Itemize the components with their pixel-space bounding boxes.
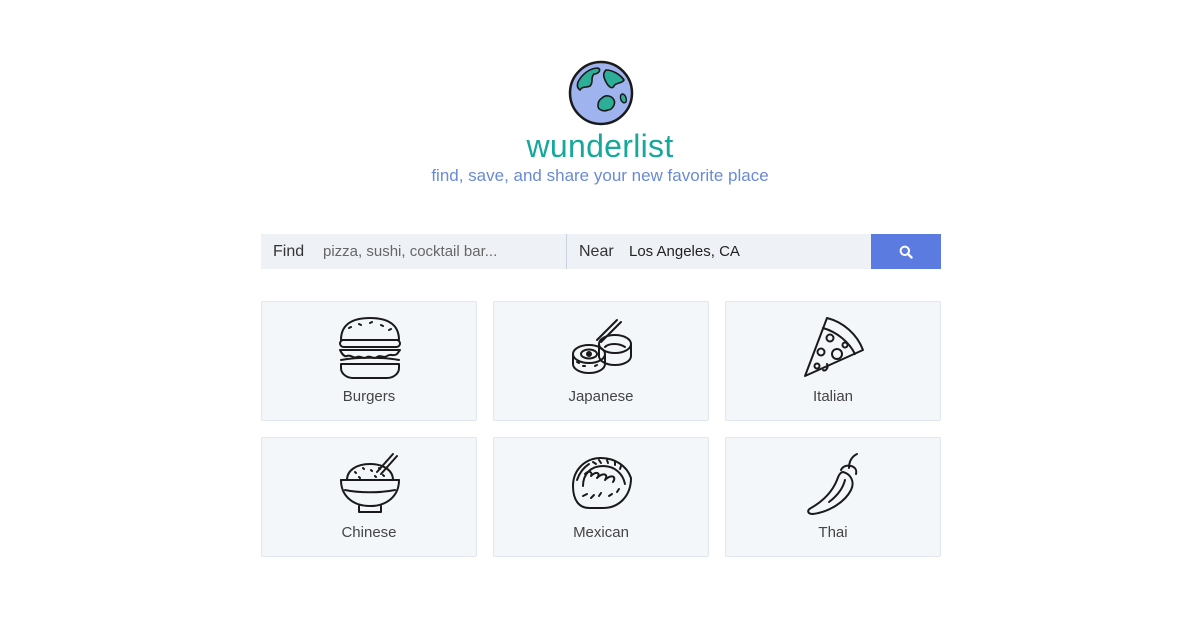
category-card-japanese[interactable]: Japanese: [493, 301, 709, 421]
taco-icon: [572, 457, 632, 509]
globe-icon: [568, 60, 634, 126]
rice-bowl-icon: [340, 453, 400, 513]
category-label: Japanese: [568, 388, 634, 405]
find-input[interactable]: [323, 243, 553, 260]
category-label: Thai: [818, 524, 848, 541]
near-input[interactable]: [629, 243, 859, 260]
find-field: Find: [261, 234, 566, 269]
near-label: Near: [579, 242, 614, 260]
search-button[interactable]: [871, 234, 941, 269]
tagline: find, save, and share your new favorite …: [431, 166, 769, 185]
sushi-icon: [572, 319, 632, 374]
find-label: Find: [273, 242, 305, 260]
category-card-burgers[interactable]: Burgers: [261, 301, 477, 421]
category-grid: Burgers Japanese Italian Chinese Mexican…: [261, 301, 941, 557]
search-bar: Find Near: [261, 234, 941, 269]
category-card-mexican[interactable]: Mexican: [493, 437, 709, 557]
chili-pepper-icon: [807, 453, 858, 515]
category-card-chinese[interactable]: Chinese: [261, 437, 477, 557]
pizza-slice-icon: [804, 317, 864, 377]
near-field: Near: [566, 234, 871, 269]
category-card-thai[interactable]: Thai: [725, 437, 941, 557]
category-label: Mexican: [573, 524, 629, 541]
category-label: Chinese: [341, 524, 397, 541]
category-label: Italian: [812, 388, 854, 405]
category-label: Burgers: [342, 388, 396, 405]
burger-icon: [339, 317, 401, 379]
brand-name: wunderlist: [526, 128, 674, 164]
category-card-italian[interactable]: Italian: [725, 301, 941, 421]
page: wunderlist find, save, and share your ne…: [0, 0, 1200, 630]
search-icon: [899, 245, 913, 259]
